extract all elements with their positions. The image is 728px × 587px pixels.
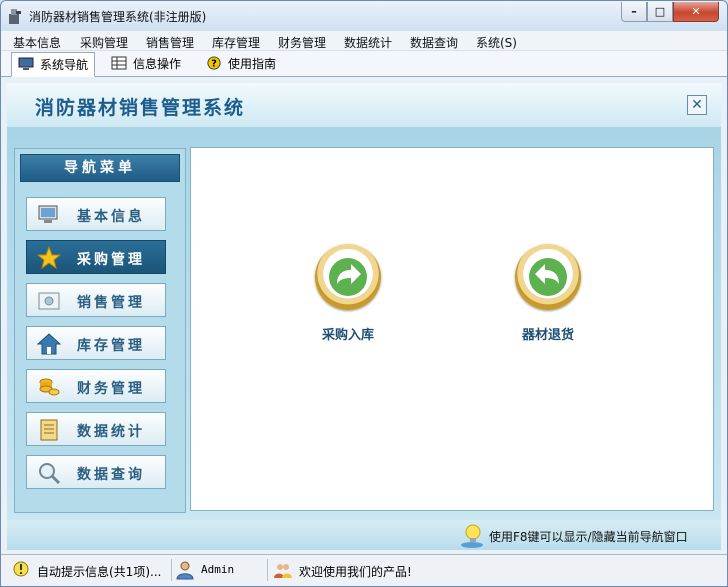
nav-window: 消防器材销售管理系统 ✕ 导航菜单 基本信息 采购管理 销售管理 库存管理 财务… (7, 83, 721, 550)
body-band: 导航菜单 基本信息 采购管理 销售管理 库存管理 财务管理 数据统计 数据查询 … (7, 127, 721, 520)
status-welcome-text: 欢迎使用我们的产品! (299, 565, 412, 579)
menu-query[interactable]: 数据查询 (410, 34, 458, 51)
tab-bar: 系统导航 信息操作 ? 使用指南 (1, 51, 727, 77)
status-auto-tip[interactable]: 自动提示信息(共1项)... (11, 557, 171, 583)
arrow-right-icon (329, 258, 367, 296)
nav-panel: 导航菜单 基本信息 采购管理 销售管理 库存管理 财务管理 数据统计 数据查询 (14, 148, 186, 513)
home-icon (37, 333, 61, 355)
nav-title: 导航菜单 (20, 154, 180, 182)
monitor-icon (18, 57, 34, 70)
svg-text:?: ? (211, 59, 217, 70)
menu-system[interactable]: 系统(S) (476, 34, 517, 51)
content-panel: 采购入库 器材退货 (190, 147, 714, 511)
magnifier-icon (39, 463, 61, 485)
equipment-return-action[interactable]: 器材退货 (493, 244, 603, 343)
tab-label: 系统导航 (40, 58, 89, 72)
status-auto-tip-text: 自动提示信息(共1项)... (37, 565, 162, 579)
menu-statistics[interactable]: 数据统计 (344, 34, 392, 51)
photo-icon (38, 292, 60, 310)
tab-info-operation[interactable]: 信息操作 (105, 52, 187, 76)
tab-label: 信息操作 (133, 57, 182, 71)
nav-item-label: 采购管理 (77, 252, 145, 268)
tab-system-nav[interactable]: 系统导航 (11, 52, 96, 77)
nav-item-purchase[interactable]: 采购管理 (26, 240, 166, 274)
minimize-icon: – (631, 5, 637, 18)
close-window-button[interactable]: ✕ (673, 2, 719, 22)
status-bar: 自动提示信息(共1项)... Admin 欢迎使用我们的产品! (1, 554, 727, 586)
minimize-button[interactable]: – (621, 2, 647, 22)
nav-item-label: 基本信息 (77, 209, 145, 225)
nav-item-statistics[interactable]: 数据统计 (26, 412, 166, 446)
menu-sales[interactable]: 销售管理 (146, 34, 194, 51)
star-icon (37, 246, 61, 270)
nav-item-label: 数据查询 (77, 467, 145, 483)
app-icon (9, 9, 21, 24)
nav-item-label: 财务管理 (77, 381, 145, 397)
menu-inventory[interactable]: 库存管理 (212, 34, 260, 51)
coins-icon (39, 378, 60, 396)
menu-purchase[interactable]: 采购管理 (80, 34, 128, 51)
maximize-icon: □ (654, 5, 666, 18)
status-user: Admin (175, 557, 265, 583)
lightbulb-icon (461, 524, 483, 548)
tab-label: 使用指南 (228, 57, 277, 71)
action-label: 采购入库 (321, 328, 374, 343)
close-icon: ✕ (691, 5, 701, 18)
menu-bar: 基本信息 采购管理 销售管理 库存管理 财务管理 数据统计 数据查询 系统(S) (1, 31, 727, 51)
grid-icon (111, 56, 127, 70)
system-title: 消防器材销售管理系统 (35, 97, 246, 119)
user-icon (176, 561, 194, 580)
arrow-left-icon (529, 258, 567, 296)
header-band: 消防器材销售管理系统 ✕ (7, 83, 721, 127)
users-group-icon (274, 564, 292, 578)
close-nav-button[interactable]: ✕ (687, 95, 707, 115)
nav-item-inventory[interactable]: 库存管理 (26, 326, 166, 360)
nav-item-query[interactable]: 数据查询 (26, 455, 166, 489)
nav-item-label: 销售管理 (77, 295, 145, 311)
help-icon: ? (207, 56, 221, 70)
status-separator (171, 559, 172, 581)
nav-item-label: 库存管理 (77, 338, 145, 354)
action-label: 器材退货 (521, 328, 574, 343)
nav-item-label: 数据统计 (77, 424, 145, 440)
status-welcome: 欢迎使用我们的产品! (273, 557, 473, 583)
alert-bulb-icon (13, 561, 29, 577)
maximize-button[interactable]: □ (647, 2, 673, 22)
menu-basic-info[interactable]: 基本信息 (13, 34, 61, 51)
status-separator (267, 559, 268, 581)
nav-item-basic-info[interactable]: 基本信息 (26, 197, 166, 231)
title-bar: 消防器材销售管理系统(非注册版) – □ ✕ (1, 1, 727, 31)
tab-user-guide[interactable]: ? 使用指南 (200, 52, 282, 76)
app-window: 消防器材销售管理系统(非注册版) – □ ✕ 基本信息 采购管理 销售管理 库存… (0, 0, 728, 587)
tip-text: 使用F8键可以显示/隐藏当前导航窗口 (489, 530, 688, 544)
status-user-text: Admin (201, 563, 235, 576)
menu-finance[interactable]: 财务管理 (278, 34, 326, 51)
ledger-icon (40, 419, 58, 441)
close-icon: ✕ (691, 97, 703, 113)
action-ring (515, 244, 581, 310)
purchase-in-action[interactable]: 采购入库 (293, 244, 403, 343)
footer-band: 使用F8键可以显示/隐藏当前导航窗口 (7, 520, 721, 550)
window-title: 消防器材销售管理系统(非注册版) (29, 10, 207, 24)
monitor-icon (38, 205, 58, 223)
nav-item-sales[interactable]: 销售管理 (26, 283, 166, 317)
action-ring (315, 244, 381, 310)
nav-item-finance[interactable]: 财务管理 (26, 369, 166, 403)
